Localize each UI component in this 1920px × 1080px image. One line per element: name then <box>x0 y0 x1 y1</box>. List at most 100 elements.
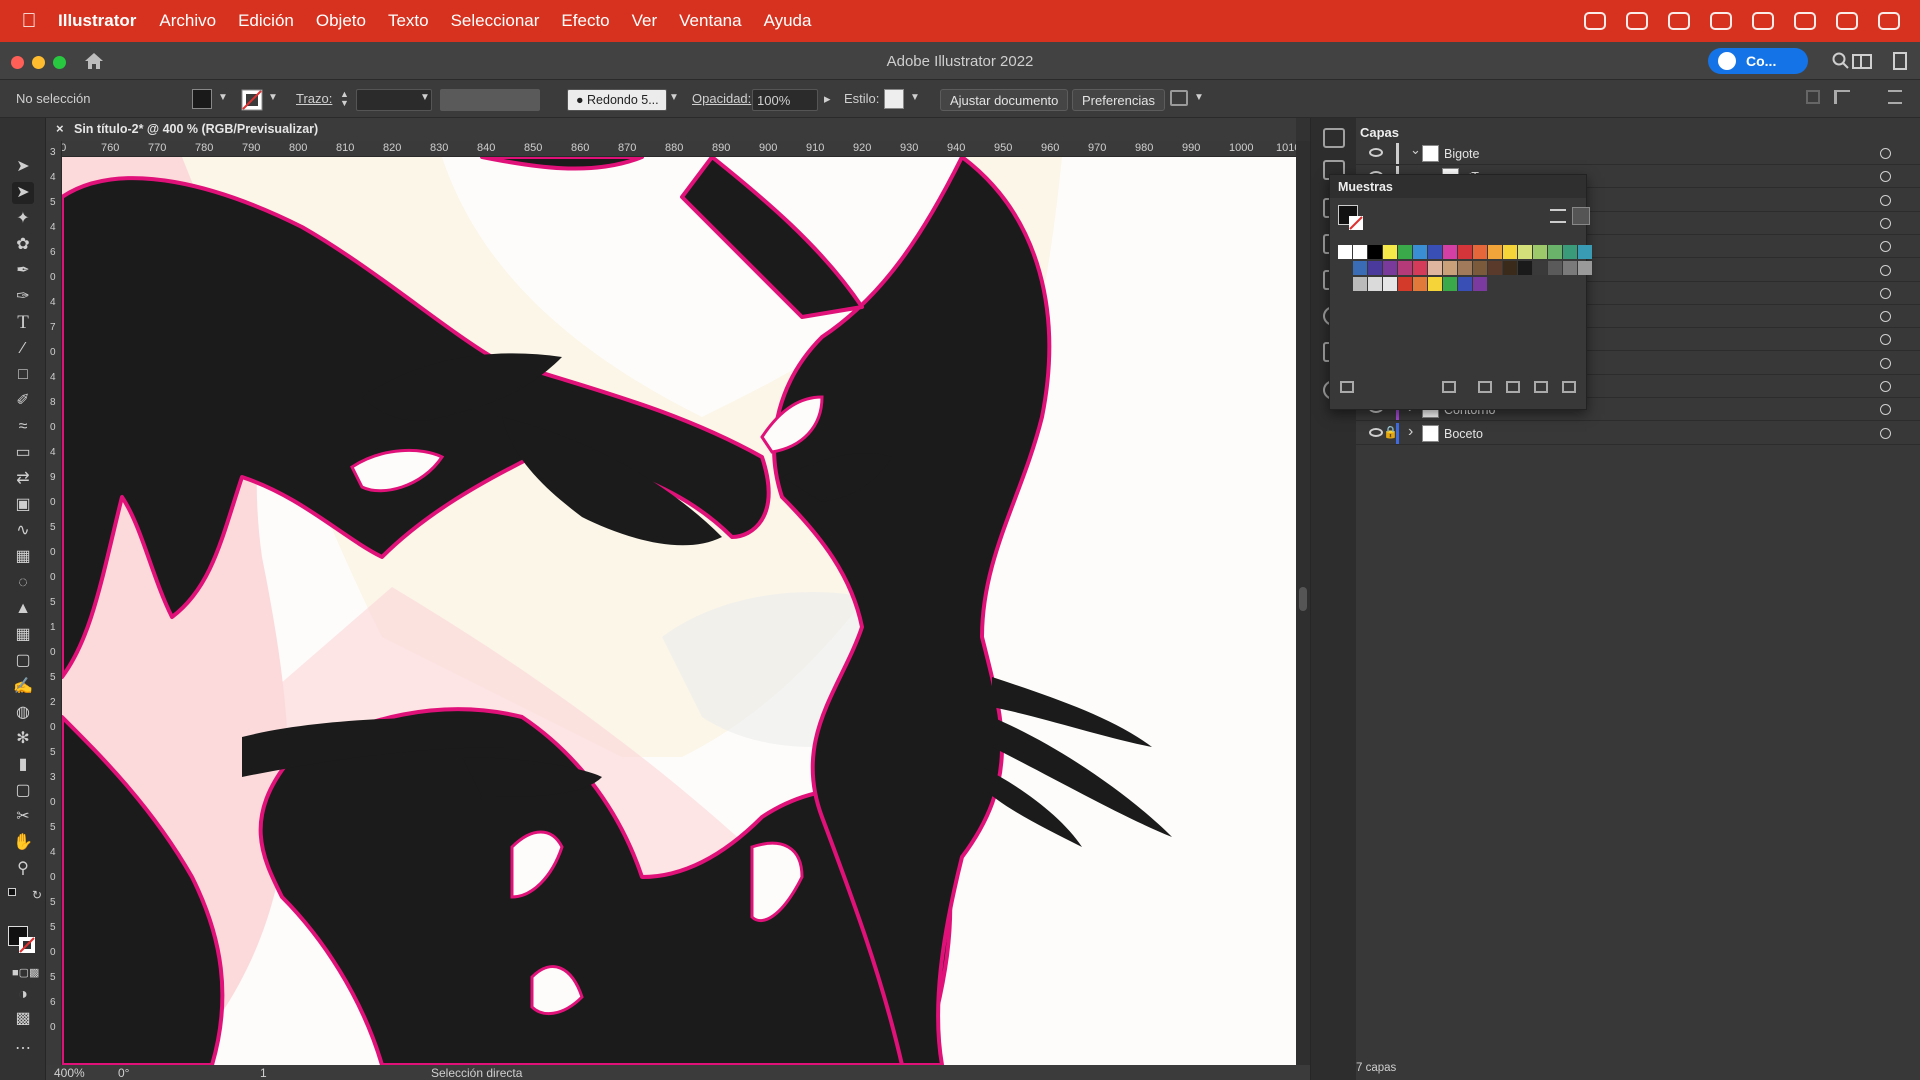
window-icon[interactable] <box>1794 12 1816 30</box>
color-swatch[interactable] <box>1458 277 1472 291</box>
zoom-level[interactable]: 400% <box>54 1066 85 1080</box>
color-mode-icon[interactable]: ■▢▩ <box>12 962 39 984</box>
menu-ayuda[interactable]: Ayuda <box>764 11 812 31</box>
layer-row[interactable]: 🔒 › Boceto <box>1356 422 1920 445</box>
layer-row[interactable]: ⌄ Bigote <box>1356 142 1920 165</box>
color-swatch[interactable] <box>1413 245 1427 259</box>
target-icon[interactable] <box>1880 357 1891 369</box>
type-tool-icon[interactable]: T <box>12 312 34 334</box>
mesh-tool-icon[interactable]: ▦ <box>12 624 34 646</box>
menu-objeto[interactable]: Objeto <box>316 11 366 31</box>
rotation-value[interactable]: 0° <box>118 1066 129 1080</box>
hand-tool-icon[interactable]: ✋ <box>12 832 34 854</box>
menu-ventana[interactable]: Ventana <box>679 11 741 31</box>
color-swatch[interactable] <box>1383 245 1397 259</box>
opacity-input[interactable]: 100% <box>752 89 818 111</box>
show-kinds-icon[interactable] <box>1442 381 1456 393</box>
chevron-down-icon[interactable]: ▼ <box>1194 92 1204 114</box>
color-swatch[interactable] <box>1473 261 1487 275</box>
chevron-down-icon[interactable]: ⌄ <box>1410 142 1421 158</box>
clock-icon[interactable] <box>1878 12 1900 30</box>
stroke-label[interactable]: Trazo: <box>296 91 332 113</box>
screen-mode-icon[interactable]: ▩ <box>12 1008 34 1030</box>
chevron-right-icon[interactable]: ▸ <box>824 91 831 113</box>
panel-menu-icon[interactable] <box>1888 90 1902 104</box>
stroke-stepper[interactable]: ▲ ▼ <box>340 90 349 112</box>
stroke-swatch[interactable] <box>1348 215 1364 231</box>
align-icon[interactable] <box>1834 90 1850 104</box>
color-swatch[interactable] <box>1398 245 1412 259</box>
color-swatch[interactable] <box>1533 245 1547 259</box>
color-swatch[interactable] <box>1368 245 1382 259</box>
paintbrush-icon[interactable]: ✐ <box>12 390 34 412</box>
thermometer-icon[interactable] <box>1752 12 1774 30</box>
menu-app-name[interactable]: Illustrator <box>58 11 136 31</box>
lasso-icon[interactable]: ✿ <box>12 234 34 256</box>
color-swatch[interactable] <box>1398 277 1412 291</box>
line-tool-icon[interactable]: ∕ <box>12 338 34 360</box>
color-swatch[interactable] <box>1473 245 1487 259</box>
layer-name[interactable]: Bigote <box>1444 147 1479 161</box>
color-swatch[interactable] <box>1353 261 1367 275</box>
vertical-scrollbar[interactable] <box>1296 141 1310 1065</box>
draw-mode-icon[interactable]: ◑ <box>12 984 34 1006</box>
zoom-tool-icon[interactable]: ⚲ <box>12 858 34 880</box>
none-swatch[interactable] <box>1338 245 1352 259</box>
curvature-tool-icon[interactable]: ✑ <box>12 286 34 308</box>
panels-icon[interactable] <box>1893 52 1907 70</box>
stroke-swatch[interactable] <box>241 89 263 111</box>
color-swatch[interactable] <box>1443 261 1457 275</box>
scale-tool-icon[interactable]: ▣ <box>12 494 34 516</box>
chevron-down-icon[interactable]: ▼ <box>420 92 430 114</box>
shaper-tool-icon[interactable]: ≈ <box>12 416 34 438</box>
target-icon[interactable] <box>1880 427 1891 439</box>
stroke-color-icon[interactable] <box>18 936 36 954</box>
acrobat-icon[interactable] <box>1668 12 1690 30</box>
apple-icon[interactable]:  <box>0 10 58 33</box>
control-center-icon[interactable] <box>1836 12 1858 30</box>
document-tab[interactable]: × Sin título-2* @ 400 % (RGB/Previsualiz… <box>46 118 1296 141</box>
color-swatch[interactable] <box>1578 245 1592 259</box>
slice-tool-icon[interactable]: ✂ <box>12 806 34 828</box>
color-swatch[interactable] <box>1353 245 1367 259</box>
color-swatch[interactable] <box>1488 261 1502 275</box>
menu-ver[interactable]: Ver <box>632 11 658 31</box>
perspective-grid-icon[interactable]: ▲ <box>12 598 34 620</box>
target-icon[interactable] <box>1880 171 1891 183</box>
color-swatch[interactable] <box>1473 277 1487 291</box>
color-swatch[interactable] <box>1578 261 1592 275</box>
color-swatch[interactable] <box>1443 245 1457 259</box>
color-swatch[interactable] <box>1413 261 1427 275</box>
current-tool-name[interactable]: Selección directa <box>431 1066 522 1080</box>
swap-colors-icon[interactable]: ↻ <box>26 884 48 906</box>
preferences-button[interactable]: Preferencias <box>1072 89 1165 111</box>
menu-archivo[interactable]: Archivo <box>159 11 216 31</box>
color-swatch[interactable] <box>1548 261 1562 275</box>
eyedropper-icon[interactable]: ✍ <box>12 676 34 698</box>
target-icon[interactable] <box>1880 217 1891 229</box>
more-tools-icon[interactable]: ⋯ <box>12 1038 34 1060</box>
color-swatch[interactable] <box>1368 277 1382 291</box>
symbol-sprayer-icon[interactable]: ✻ <box>12 728 34 750</box>
chevron-right-icon[interactable]: › <box>1408 423 1413 441</box>
color-swatch[interactable] <box>1443 277 1457 291</box>
color-swatch[interactable] <box>1533 261 1547 275</box>
fit-document-button[interactable]: Ajustar documento <box>940 89 1069 111</box>
chevron-down-icon[interactable]: ▼ <box>669 92 679 114</box>
color-swatch[interactable] <box>1413 277 1427 291</box>
color-swatch[interactable] <box>1368 261 1382 275</box>
color-swatch[interactable] <box>1488 245 1502 259</box>
target-icon[interactable] <box>1880 194 1891 206</box>
chevron-down-icon[interactable]: ▼ <box>910 92 920 114</box>
grid-view-icon[interactable] <box>1572 207 1590 225</box>
target-icon[interactable] <box>1880 148 1891 159</box>
layer-name[interactable]: Boceto <box>1444 427 1483 441</box>
color-swatch[interactable] <box>1548 245 1562 259</box>
color-swatch[interactable] <box>1428 261 1442 275</box>
magic-wand-icon[interactable]: ✦ <box>12 208 34 230</box>
target-icon[interactable] <box>1880 381 1891 392</box>
search-icon[interactable] <box>1832 52 1850 70</box>
workspace-icon[interactable] <box>1852 54 1872 69</box>
color-swatch[interactable] <box>1503 261 1517 275</box>
swatch-libraries-icon[interactable] <box>1340 381 1354 393</box>
